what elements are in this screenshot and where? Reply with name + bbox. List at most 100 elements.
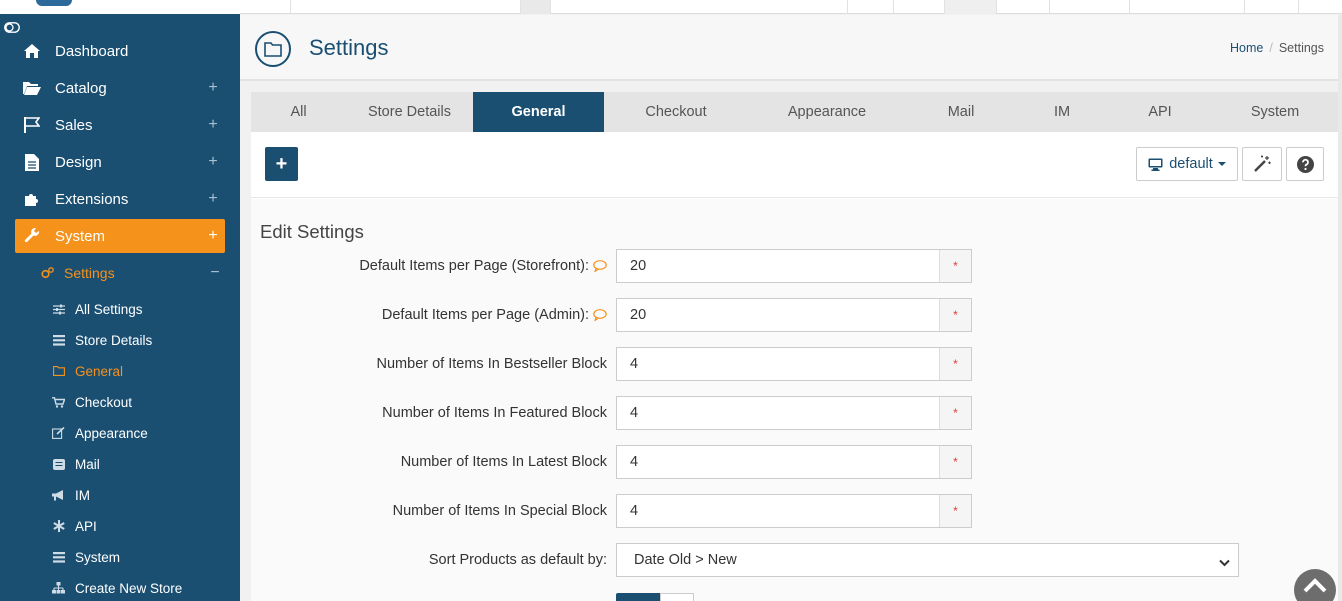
field-label: Number of Items In Bestseller Block: [376, 356, 607, 372]
field-label-text: Default Items per Page (Storefront):: [359, 258, 589, 274]
wrench-icon: [23, 227, 41, 245]
items-per-page-storefront-input[interactable]: [617, 250, 939, 282]
field-label: Number of Items In Featured Block: [382, 405, 607, 421]
envelope-icon: [52, 458, 65, 471]
folder-icon: [255, 31, 291, 67]
section-title: Edit Settings: [260, 221, 364, 242]
expand-icon[interactable]: +: [203, 190, 223, 208]
required-indicator: *: [939, 495, 971, 527]
sidebar-subitem-mail[interactable]: Mail: [52, 452, 232, 476]
tab-appearance[interactable]: Appearance: [748, 92, 906, 132]
toggle-on-segment: [616, 593, 660, 601]
sidebar-subitem-label: IM: [75, 487, 90, 503]
help-button[interactable]: [1286, 147, 1324, 181]
required-indicator: *: [939, 250, 971, 282]
navbar-divider: [1049, 0, 1050, 14]
sidebar-subitem-appearance[interactable]: Appearance: [52, 421, 232, 445]
quick-start-button[interactable]: [1242, 147, 1282, 181]
items-per-page-admin-input[interactable]: [617, 299, 939, 331]
sidebar-item-label: Extensions: [55, 190, 129, 208]
sidebar-subitem-store-details[interactable]: Store Details: [52, 328, 232, 352]
template-dropdown-button[interactable]: default: [1136, 147, 1238, 181]
sidebar-item-system[interactable]: System +: [15, 219, 225, 253]
tab-store-details[interactable]: Store Details: [346, 92, 473, 132]
breadcrumb: Home / Settings: [1230, 41, 1324, 55]
scrollbar[interactable]: [1338, 15, 1342, 601]
home-icon: [23, 42, 41, 60]
navbar-divider: [893, 0, 894, 14]
navbar-divider: [1129, 0, 1130, 14]
sidebar-item-label: Design: [55, 153, 102, 171]
sidebar-subitem-checkout[interactable]: Checkout: [52, 390, 232, 414]
breadcrumb-home-link[interactable]: Home: [1230, 41, 1263, 55]
monitor-icon: [1148, 158, 1163, 171]
page-header: Settings Home / Settings: [240, 15, 1342, 81]
sidebar-item-catalog[interactable]: Catalog +: [15, 71, 225, 105]
navbar-divider: [1298, 0, 1299, 14]
edit-icon: [52, 427, 65, 440]
sidebar-subitem-label: Mail: [75, 456, 100, 472]
sidebar-subitem-general[interactable]: General: [52, 359, 232, 383]
special-block-input[interactable]: [617, 495, 939, 527]
field-label: Number of Items In Latest Block: [400, 454, 607, 470]
navbar-item[interactable]: [944, 0, 996, 14]
bestseller-block-input[interactable]: [617, 348, 939, 380]
sidebar-subitem-label: Store Details: [75, 332, 153, 348]
magic-wand-icon: [1253, 155, 1271, 173]
items-per-page-storefront-group: *: [616, 249, 972, 283]
tab-im[interactable]: IM: [1016, 92, 1108, 132]
bullhorn-icon: [52, 489, 65, 502]
sidebar: Dashboard Catalog + Sales + Design + Ext…: [0, 0, 240, 601]
bestseller-block-group: *: [616, 347, 972, 381]
required-indicator: *: [939, 299, 971, 331]
tab-system[interactable]: System: [1212, 92, 1338, 132]
form-row: Number of Items In Featured Block *: [251, 396, 1338, 430]
latest-block-input[interactable]: [617, 446, 939, 478]
sidebar-subitem-all-settings[interactable]: All Settings: [52, 297, 232, 321]
navbar-item[interactable]: [520, 0, 550, 14]
logo[interactable]: [36, 0, 72, 6]
form-row: Number of Items In Special Block *: [251, 494, 1338, 528]
comment-hint-icon[interactable]: [593, 309, 607, 321]
sidebar-subitem-settings[interactable]: Settings −: [40, 261, 225, 285]
tab-all[interactable]: All: [251, 92, 346, 132]
flag-icon: [23, 116, 41, 134]
form-row: Number of Items In Bestseller Block *: [251, 347, 1338, 381]
required-indicator: *: [939, 348, 971, 380]
sidebar-item-label: System: [55, 227, 106, 245]
sidebar-item-label: Catalog: [55, 79, 107, 97]
tab-general[interactable]: General: [473, 92, 604, 132]
expand-icon[interactable]: +: [203, 79, 223, 97]
caret-down-icon: [1217, 162, 1226, 166]
collapse-icon[interactable]: −: [205, 264, 225, 282]
sidebar-item-dashboard[interactable]: Dashboard: [15, 34, 225, 68]
sidebar-subitem-system[interactable]: System: [52, 545, 232, 569]
expand-icon[interactable]: +: [203, 153, 223, 171]
tab-api[interactable]: API: [1108, 92, 1212, 132]
sidebar-subitem-label: Create New Store: [75, 580, 183, 596]
toggle-switch[interactable]: [616, 593, 694, 601]
add-button[interactable]: +: [265, 147, 298, 181]
featured-block-group: *: [616, 396, 972, 430]
list-icon: [52, 334, 65, 347]
sidebar-subitem-im[interactable]: IM: [52, 483, 232, 507]
field-label: Default Items per Page (Storefront):: [359, 258, 607, 274]
sidebar-subitem-label: Checkout: [75, 394, 133, 410]
sidebar-item-label: Dashboard: [55, 42, 129, 60]
expand-icon[interactable]: +: [203, 116, 223, 134]
sitemap-icon: [52, 582, 65, 595]
tab-mail[interactable]: Mail: [906, 92, 1016, 132]
sidebar-item-design[interactable]: Design +: [15, 145, 225, 179]
sidebar-subitem-api[interactable]: API: [52, 514, 232, 538]
sidebar-subitem-create-new-store[interactable]: Create New Store: [52, 576, 232, 600]
field-label-text: Default Items per Page (Admin):: [381, 307, 589, 323]
sidebar-item-sales[interactable]: Sales +: [15, 108, 225, 142]
tab-checkout[interactable]: Checkout: [604, 92, 748, 132]
sidebar-item-extensions[interactable]: Extensions +: [15, 182, 225, 216]
featured-block-input[interactable]: [617, 397, 939, 429]
sidebar-toggle-icon[interactable]: [4, 20, 20, 33]
list-icon: [52, 551, 65, 564]
sort-products-select[interactable]: Date Old > New: [616, 543, 1239, 577]
expand-icon[interactable]: +: [203, 227, 223, 245]
comment-hint-icon[interactable]: [593, 260, 607, 272]
